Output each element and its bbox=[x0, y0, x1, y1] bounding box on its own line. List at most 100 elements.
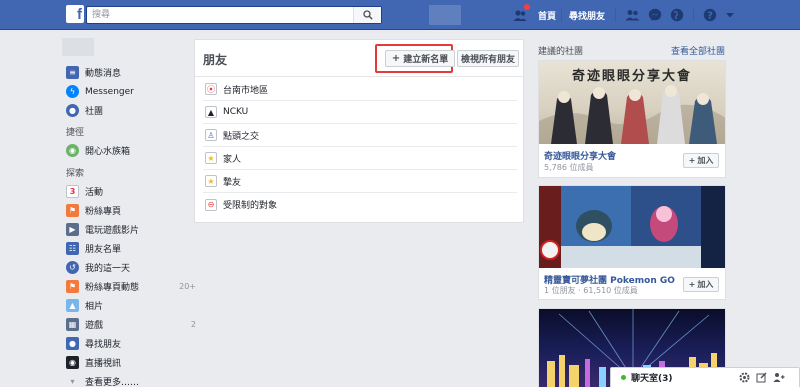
restricted-icon: ⊖ bbox=[205, 198, 217, 211]
friend-list-row-family[interactable]: ★ 家人 bbox=[203, 147, 517, 170]
search-button[interactable] bbox=[353, 7, 381, 23]
graduation-cap-icon: ▲ bbox=[205, 106, 217, 118]
create-list-label: 建立新名單 bbox=[403, 55, 449, 65]
sidebar-item-messenger[interactable]: ϟ Messenger bbox=[66, 82, 196, 101]
friend-list-row-close-friends[interactable]: ★ 摯友 bbox=[203, 170, 517, 193]
friend-requests-icon[interactable] bbox=[512, 3, 531, 23]
sidebar-item-label: 我的這一天 bbox=[85, 264, 131, 274]
sidebar-item-events[interactable]: 3 活動 bbox=[66, 182, 196, 201]
facebook-logo[interactable]: f bbox=[66, 5, 84, 23]
find-friends-icon: ● bbox=[66, 337, 79, 350]
join-group-button[interactable]: + 加入 bbox=[683, 277, 719, 292]
join-label: 加入 bbox=[697, 280, 714, 289]
calendar-icon: 3 bbox=[66, 185, 79, 198]
divider bbox=[693, 8, 694, 22]
sidebar-item-news-feed[interactable]: ≡ 動態消息 bbox=[66, 63, 196, 82]
gear-icon[interactable] bbox=[739, 372, 750, 386]
chat-bar[interactable]: 聊天室(3) bbox=[610, 367, 800, 387]
live-video-icon: ◉ bbox=[66, 356, 79, 369]
contacts-icon[interactable] bbox=[773, 372, 785, 386]
search-input[interactable] bbox=[87, 7, 349, 23]
friend-list-label: 受限制的對象 bbox=[223, 201, 278, 211]
notification-badge bbox=[523, 3, 531, 11]
sidebar-item-label: 電玩遊戲影片 bbox=[85, 226, 140, 236]
sidebar-item-label: 相片 bbox=[85, 302, 104, 312]
plus-icon: + bbox=[688, 156, 696, 165]
aquarium-game-icon: ◉ bbox=[66, 144, 79, 157]
help-icon[interactable]: ? bbox=[702, 7, 718, 23]
sidebar-main: ≡ 動態消息 ϟ Messenger ● 社團 bbox=[66, 63, 196, 120]
create-list-button[interactable]: + 建立新名單 bbox=[385, 50, 455, 67]
group-cover-image[interactable] bbox=[539, 186, 725, 268]
sidebar-item-photos[interactable]: ▲ 相片 bbox=[66, 296, 196, 315]
sidebar-item-on-this-day[interactable]: ↺ 我的這一天 bbox=[66, 258, 196, 277]
friend-list-row-tainan[interactable]: ⦿ 台南市地區 bbox=[203, 78, 517, 101]
sidebar-item-groups[interactable]: ● 社團 bbox=[66, 101, 196, 120]
shortcuts-heading: 捷徑 bbox=[66, 128, 85, 138]
top-navigation-bar: f 首頁 尋找朋友 ? bbox=[0, 0, 800, 30]
group-cover-image[interactable]: 奇迹眼眼分享大會 bbox=[539, 61, 725, 144]
suggested-group-card: 精靈寶可夢社團 Pokemon GO 1 位朋友 · 61,510 位成員 + … bbox=[538, 185, 726, 300]
friend-list-row-ncku[interactable]: ▲ NCKU bbox=[203, 101, 517, 124]
groups-icon: ● bbox=[66, 104, 79, 117]
sidebar-item-pages[interactable]: ⚑ 粉絲專頁 bbox=[66, 201, 196, 220]
see-more-label: 查看更多…… bbox=[85, 378, 140, 387]
search-icon bbox=[362, 10, 373, 20]
friend-list-row-acquaintances[interactable]: ♙ 點頭之交 bbox=[203, 124, 517, 147]
sidebar-item-label: 社團 bbox=[85, 107, 104, 117]
group-members: 5,786 位成員 bbox=[544, 163, 594, 172]
user-avatar[interactable] bbox=[62, 38, 94, 56]
location-pin-icon: ⦿ bbox=[205, 83, 217, 95]
sidebar-shortcuts: 捷徑 ◉ 開心水族箱 bbox=[66, 125, 196, 160]
friend-list-row-restricted[interactable]: ⊖ 受限制的對象 bbox=[203, 193, 517, 216]
sidebar-item-label: 粉絲專頁動態 bbox=[85, 283, 140, 293]
star-icon: ★ bbox=[205, 175, 217, 187]
sidebar-item-game-videos[interactable]: ▶ 電玩遊戲影片 bbox=[66, 220, 196, 239]
games-icon: ▦ bbox=[66, 318, 79, 331]
suggested-groups-heading: 建議的社團 bbox=[538, 47, 584, 57]
sidebar-item-friend-lists[interactable]: ☷ 朋友名單 bbox=[66, 239, 196, 258]
home-link[interactable]: 首頁 bbox=[538, 9, 556, 22]
search-box bbox=[86, 6, 382, 24]
friend-list-label: 摯友 bbox=[223, 177, 242, 188]
messenger-icon[interactable] bbox=[647, 7, 663, 23]
divider bbox=[195, 76, 523, 77]
sidebar-item-label: 活動 bbox=[85, 188, 104, 198]
sidebar-item-label: 朋友名單 bbox=[85, 245, 122, 255]
sidebar-item-find-friends[interactable]: ● 尋找朋友 bbox=[66, 334, 196, 353]
friends-panel: 朋友 + 建立新名單 檢視所有朋友 ⦿ 台南市地區 ▲ NCKU ♙ 點頭之交 … bbox=[194, 39, 524, 223]
messenger-icon: ϟ bbox=[66, 85, 79, 98]
chevron-down-icon: ▾ bbox=[70, 377, 75, 386]
sidebar-item-pages-feed[interactable]: ⚑ 粉絲專頁動態 20+ bbox=[66, 277, 196, 296]
join-label: 加入 bbox=[697, 156, 714, 165]
sidebar-item-live-video[interactable]: ◉ 直播視訊 bbox=[66, 353, 196, 372]
flag-icon: ⚑ bbox=[66, 204, 79, 217]
friends-icon[interactable] bbox=[624, 7, 640, 23]
sidebar-item-aquarium[interactable]: ◉ 開心水族箱 bbox=[66, 141, 196, 160]
sidebar-item-games[interactable]: ▦ 遊戲 2 bbox=[66, 315, 196, 334]
group-name[interactable]: 奇迹眼眼分享大會 bbox=[544, 149, 616, 162]
find-friends-link[interactable]: 尋找朋友 bbox=[569, 9, 605, 22]
friend-list-icon: ☷ bbox=[66, 242, 79, 255]
compose-icon[interactable] bbox=[756, 372, 767, 386]
photos-icon: ▲ bbox=[66, 299, 79, 312]
divider bbox=[561, 8, 562, 22]
sidebar-item-label: 動態消息 bbox=[85, 69, 122, 79]
star-icon: ★ bbox=[205, 152, 217, 164]
globe-notifications-icon[interactable] bbox=[669, 7, 685, 23]
account-menu-chevron-down-icon[interactable] bbox=[722, 7, 738, 23]
sidebar-item-label: 粉絲專頁 bbox=[85, 207, 122, 217]
see-all-groups-link[interactable]: 查看全部社團 bbox=[671, 44, 725, 57]
sidebar-item-label: Messenger bbox=[85, 86, 134, 97]
see-more-link[interactable]: ▾ 查看更多…… bbox=[66, 372, 196, 387]
divider bbox=[615, 8, 616, 22]
group-cover-artwork bbox=[539, 186, 725, 268]
view-all-friends-button[interactable]: 檢視所有朋友 bbox=[457, 50, 519, 67]
profile-avatar[interactable] bbox=[429, 5, 461, 25]
game-video-icon: ▶ bbox=[66, 223, 79, 236]
chat-label: 聊天室(3) bbox=[631, 374, 673, 384]
join-group-button[interactable]: + 加入 bbox=[683, 153, 719, 168]
plus-icon: + bbox=[391, 53, 401, 64]
group-banner-text: 奇迹眼眼分享大會 bbox=[571, 69, 692, 84]
news-feed-icon: ≡ bbox=[66, 66, 79, 79]
